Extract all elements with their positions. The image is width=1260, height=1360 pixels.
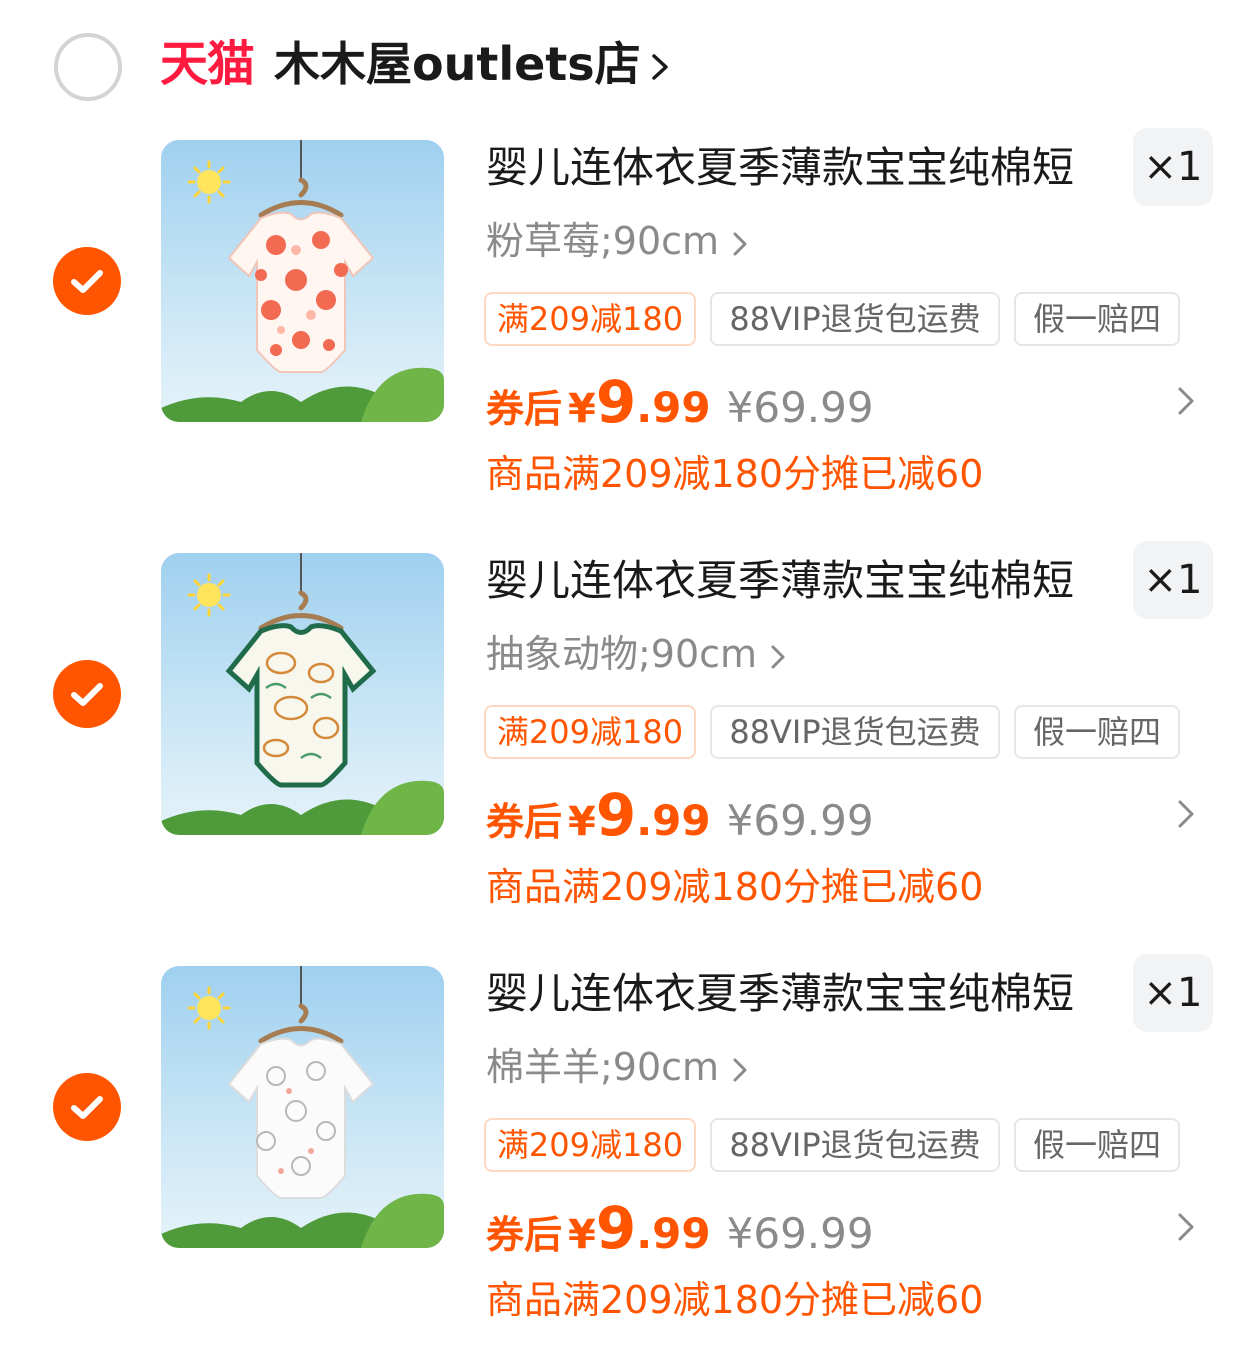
price-label: 券后 xyxy=(486,387,563,431)
cart-item[interactable]: 婴儿连体衣夏季薄款宝宝纯棉短 ×1 抽象动物;90cm 满209减180 88V… xyxy=(0,541,1260,966)
chevron-right-icon[interactable] xyxy=(646,50,674,84)
price-integer: 9 xyxy=(595,1194,637,1262)
price-row: 券后 ¥9.99 ¥69.99 xyxy=(486,781,874,851)
authentic-guarantee-tag: 假一赔四 xyxy=(1014,1118,1180,1172)
quantity-button[interactable]: ×1 xyxy=(1133,541,1213,619)
original-price: ¥69.99 xyxy=(726,796,874,845)
sku-label: 抽象动物;90cm xyxy=(486,632,758,676)
price-row: 券后 ¥9.99 ¥69.99 xyxy=(486,368,874,438)
chevron-right-icon[interactable] xyxy=(1174,797,1198,831)
cart-item[interactable]: 婴儿连体衣夏季薄款宝宝纯棉短 ×1 粉草莓;90cm 满209减180 88VI… xyxy=(0,128,1260,553)
price-integer: 9 xyxy=(595,781,637,849)
chevron-right-icon[interactable] xyxy=(1174,384,1198,418)
product-title[interactable]: 婴儿连体衣夏季薄款宝宝纯棉短 xyxy=(486,555,1116,607)
shop-header[interactable]: 天猫 木木屋outlets店 xyxy=(0,0,1260,130)
price-integer: 9 xyxy=(595,368,637,436)
sku-selector[interactable]: 棉羊羊;90cm xyxy=(486,1042,749,1092)
price-decimal: .99 xyxy=(636,383,711,432)
product-title[interactable]: 婴儿连体衣夏季薄款宝宝纯棉短 xyxy=(486,142,1116,194)
authentic-guarantee-tag: 假一赔四 xyxy=(1014,705,1180,759)
sku-label: 粉草莓;90cm xyxy=(486,219,720,263)
item-select-checkbox[interactable] xyxy=(53,247,121,315)
chevron-right-icon[interactable] xyxy=(1174,1210,1198,1244)
price-label: 券后 xyxy=(486,800,563,844)
product-image-strawberry-onesie[interactable] xyxy=(161,140,444,422)
price-decimal: .99 xyxy=(636,1209,711,1258)
shop-name[interactable]: 木木屋outlets店 xyxy=(274,34,641,94)
chevron-right-icon xyxy=(733,232,747,255)
chevron-right-icon xyxy=(771,645,785,668)
promo-note: 商品满209减180分摊已减60 xyxy=(486,452,984,496)
check-icon xyxy=(71,683,103,706)
vip-return-tag: 88VIP退货包运费 xyxy=(710,1118,1000,1172)
promo-note: 商品满209减180分摊已减60 xyxy=(486,865,984,909)
cart-page: 天猫 木木屋outlets店 婴儿连体衣夏季薄款宝宝纯棉短 ×1 粉草莓;90c… xyxy=(0,0,1260,1360)
product-title[interactable]: 婴儿连体衣夏季薄款宝宝纯棉短 xyxy=(486,968,1116,1020)
quantity-button[interactable]: ×1 xyxy=(1133,954,1213,1032)
vip-return-tag: 88VIP退货包运费 xyxy=(710,705,1000,759)
promo-note: 商品满209减180分摊已减60 xyxy=(486,1278,984,1322)
sku-label: 棉羊羊;90cm xyxy=(486,1045,720,1089)
discount-tag: 满209减180 xyxy=(484,705,696,759)
sku-selector[interactable]: 粉草莓;90cm xyxy=(486,216,749,266)
product-image-sheep-onesie[interactable] xyxy=(161,966,444,1248)
discount-tag: 满209减180 xyxy=(484,292,696,346)
item-select-checkbox[interactable] xyxy=(53,660,121,728)
price-row: 券后 ¥9.99 ¥69.99 xyxy=(486,1194,874,1264)
price-decimal: .99 xyxy=(636,796,711,845)
tmall-logo: 天猫 xyxy=(160,36,255,92)
price-currency: ¥ xyxy=(568,799,596,845)
vip-return-tag: 88VIP退货包运费 xyxy=(710,292,1000,346)
chevron-right-icon xyxy=(733,1058,747,1081)
discount-tag: 满209减180 xyxy=(484,1118,696,1172)
price-currency: ¥ xyxy=(568,1212,596,1258)
check-icon xyxy=(71,1096,103,1119)
product-image-animal-onesie[interactable] xyxy=(161,553,444,835)
price-currency: ¥ xyxy=(568,386,596,432)
shop-select-radio[interactable] xyxy=(54,33,122,101)
price-label: 券后 xyxy=(486,1213,563,1257)
original-price: ¥69.99 xyxy=(726,1209,874,1258)
cart-item[interactable]: 婴儿连体衣夏季薄款宝宝纯棉短 ×1 棉羊羊;90cm 满209减180 88VI… xyxy=(0,954,1260,1360)
quantity-button[interactable]: ×1 xyxy=(1133,128,1213,206)
original-price: ¥69.99 xyxy=(726,383,874,432)
sku-selector[interactable]: 抽象动物;90cm xyxy=(486,629,787,679)
authentic-guarantee-tag: 假一赔四 xyxy=(1014,292,1180,346)
item-select-checkbox[interactable] xyxy=(53,1073,121,1141)
check-icon xyxy=(71,270,103,293)
